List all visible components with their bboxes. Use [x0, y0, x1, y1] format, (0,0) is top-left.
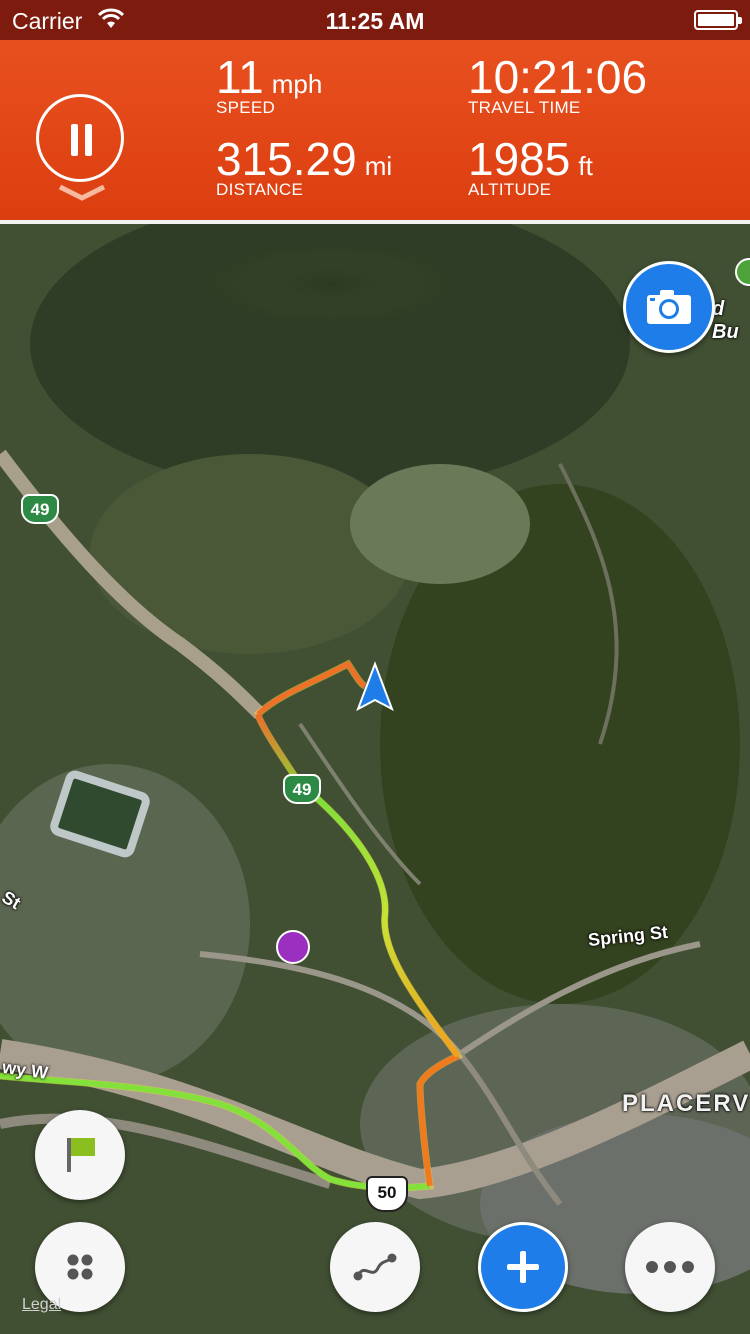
- waypoint-flag-button[interactable]: [35, 1110, 125, 1200]
- add-button[interactable]: [478, 1222, 568, 1312]
- camera-button[interactable]: [623, 261, 715, 353]
- speed-unit: mph: [271, 69, 323, 99]
- plus-icon: [507, 1251, 539, 1283]
- travel-time-value: 10:21:06: [468, 51, 648, 103]
- camera-icon: [647, 290, 691, 324]
- pause-button[interactable]: [36, 94, 124, 182]
- clock: 11:25 AM: [325, 8, 425, 34]
- route-49-shield-mid: 49: [283, 774, 321, 804]
- winery-poi-icon[interactable]: [276, 930, 310, 964]
- pause-icon-bar: [85, 124, 92, 156]
- ellipsis-icon: [646, 1261, 694, 1273]
- status-bar: Carrier 11:25 AM: [0, 0, 750, 40]
- altitude-label: ALTITUDE: [468, 180, 552, 199]
- more-button[interactable]: [625, 1222, 715, 1312]
- speed-value: 11: [216, 51, 264, 103]
- route-icon: [353, 1253, 397, 1281]
- altitude-unit: ft: [578, 151, 593, 181]
- chevron-down-icon[interactable]: [58, 184, 106, 202]
- speed-label: SPEED: [216, 98, 276, 117]
- distance-value: 315.29: [216, 133, 357, 185]
- speed-stat: 11 mph SPEED: [216, 54, 322, 118]
- distance-unit: mi: [364, 151, 393, 181]
- stats-dashboard: 11 mph SPEED 10:21:06 TRAVEL TIME 315.29 m…: [0, 40, 750, 220]
- legal-link[interactable]: Legal: [22, 1296, 61, 1314]
- pause-icon: [71, 124, 78, 156]
- us-50-shield: 50: [366, 1176, 408, 1212]
- route-49-shield: 49: [21, 494, 59, 524]
- altitude-stat: 1985 ft ALTITUDE: [468, 136, 593, 200]
- map-label-placerville: PLACERV: [622, 1090, 750, 1117]
- flag-icon: [67, 1138, 95, 1172]
- battery-icon: [694, 10, 742, 30]
- altitude-value: 1985: [468, 133, 571, 185]
- grid-icon: [67, 1254, 93, 1280]
- travel-time-stat: 10:21:06 TRAVEL TIME: [468, 54, 647, 118]
- route-button[interactable]: [330, 1222, 420, 1312]
- map-label-top-right: d Bu: [712, 298, 739, 343]
- distance-stat: 315.29 mi DISTANCE: [216, 136, 392, 200]
